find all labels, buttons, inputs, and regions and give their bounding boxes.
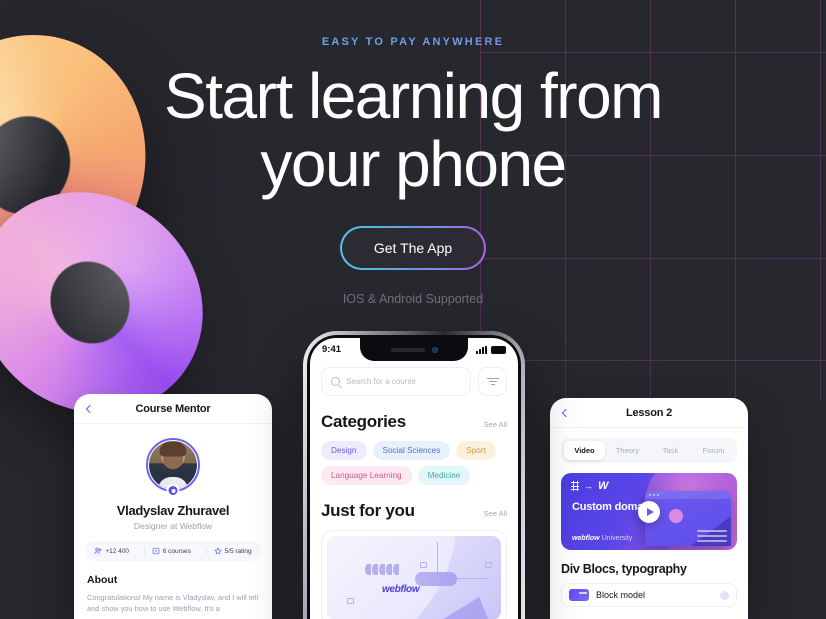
webflow-logo-icon: webflow	[382, 584, 420, 595]
recommended-course-thumbnail: webflow	[327, 536, 501, 619]
webflow-w-icon: W	[598, 480, 609, 492]
hero-section: EASY TO PAY ANYWHERE Start learning from…	[0, 0, 826, 306]
status-time: 9:41	[322, 344, 342, 355]
video-badge: → W	[571, 480, 608, 492]
figma-icon	[571, 481, 579, 491]
battery-icon	[491, 345, 506, 354]
category-pill-social-sciences[interactable]: Social Sciences	[372, 441, 451, 460]
recommended-course-card[interactable]: webflow	[321, 530, 507, 619]
phone-mockup: 9:41 Search for a course Categories See …	[303, 331, 525, 619]
mentor-card-title: Course Mentor	[135, 402, 211, 415]
mentor-role: Designer at Webflow	[133, 521, 213, 531]
stat-students: +12 400	[94, 547, 129, 555]
verified-badge-icon	[166, 484, 180, 497]
categories-see-all[interactable]: See All	[484, 420, 507, 429]
page-title: Start learning from your phone	[0, 62, 826, 198]
headline-line-2: your phone	[260, 128, 567, 200]
tab-video[interactable]: Video	[564, 441, 605, 460]
stat-students-value: +12 400	[105, 547, 130, 555]
category-pills: Design Social Sciences Sport Language Le…	[321, 441, 507, 485]
mentor-card-header: Course Mentor	[74, 394, 272, 424]
lesson-video-thumbnail[interactable]: → W Custom domain webflow University	[561, 473, 737, 550]
avatar	[146, 438, 200, 497]
chevron-left-icon[interactable]	[85, 404, 95, 413]
play-icon[interactable]	[638, 500, 660, 523]
status-indicators	[476, 345, 506, 354]
platform-support-text: IOS & Android Supported	[342, 292, 484, 306]
list-item[interactable]: Block model	[561, 583, 737, 607]
lesson-status-icon	[720, 590, 729, 600]
video-browser-illustration	[645, 491, 731, 546]
chevron-left-icon[interactable]	[561, 408, 571, 417]
status-bar: 9:41	[310, 338, 518, 361]
search-row: Search for a course	[321, 367, 507, 396]
stat-courses: 6 courses	[143, 547, 191, 555]
hero-eyebrow: EASY TO PAY ANYWHERE	[0, 36, 826, 48]
phone-screen: 9:41 Search for a course Categories See …	[310, 338, 518, 619]
people-icon	[94, 547, 102, 555]
stat-rating-value: 5/5 rating	[224, 547, 252, 555]
signal-icon	[476, 345, 487, 354]
categories-header: Categories See All	[321, 412, 507, 432]
mentor-stats: +12 400 6 courses 5/5 rating	[85, 541, 261, 561]
about-text: Congratulations! My name is Vladyslav, a…	[87, 593, 259, 613]
mentor-name: Vladyslav Zhuravel	[116, 503, 230, 518]
lesson-card-title: Lesson 2	[625, 406, 673, 419]
just-for-you-title: Just for you	[321, 501, 415, 520]
lesson-tabs: Video Theory Task Forum	[561, 438, 737, 463]
stat-rating: 5/5 rating	[205, 547, 252, 555]
headline-line-1: Start learning from	[164, 60, 663, 132]
tab-task[interactable]: Task	[650, 441, 691, 460]
category-pill-medicine[interactable]: Medicine	[417, 466, 471, 485]
lesson-row-label: Block model	[596, 590, 646, 600]
video-brand: webflow University	[572, 535, 632, 542]
tab-theory[interactable]: Theory	[607, 441, 648, 460]
stat-courses-value: 6 courses	[162, 547, 191, 555]
phone-content: Search for a course Categories See All D…	[310, 361, 518, 619]
cta-wrapper: Get The App	[0, 226, 826, 270]
video-brand-rest: University	[599, 535, 633, 542]
tab-forum[interactable]: Forum	[693, 441, 734, 460]
search-icon	[331, 377, 340, 386]
category-pill-language-learning[interactable]: Language Learning	[321, 466, 412, 485]
categories-title: Categories	[321, 412, 406, 431]
get-the-app-button[interactable]: Get The App	[339, 226, 487, 270]
just-for-you-header: Just for you See All	[321, 501, 507, 521]
filter-button[interactable]	[478, 367, 507, 396]
course-mentor-card: Course Mentor Vladyslav Zhuravel Designe…	[74, 394, 272, 619]
get-the-app-label[interactable]: Get The App	[341, 228, 485, 268]
just-for-you-see-all[interactable]: See All	[484, 509, 507, 518]
about-heading: About	[87, 574, 118, 586]
video-brand-bold: webflow	[572, 535, 600, 542]
search-input[interactable]: Search for a course	[321, 367, 471, 396]
category-pill-design[interactable]: Design	[321, 441, 367, 460]
category-pill-sport[interactable]: Sport	[456, 441, 496, 460]
lesson-section-title: Div Blocs, typography	[561, 562, 687, 576]
page-root: EASY TO PAY ANYWHERE Start learning from…	[0, 0, 826, 619]
lesson-thumb-icon	[569, 589, 589, 601]
arrow-right-icon: →	[584, 481, 593, 491]
search-placeholder: Search for a course	[346, 377, 416, 386]
lesson-card: Lesson 2 Video Theory Task Forum → W Cus…	[550, 398, 748, 619]
star-icon	[214, 547, 222, 555]
lesson-card-header: Lesson 2	[550, 398, 748, 428]
book-icon	[152, 547, 160, 555]
